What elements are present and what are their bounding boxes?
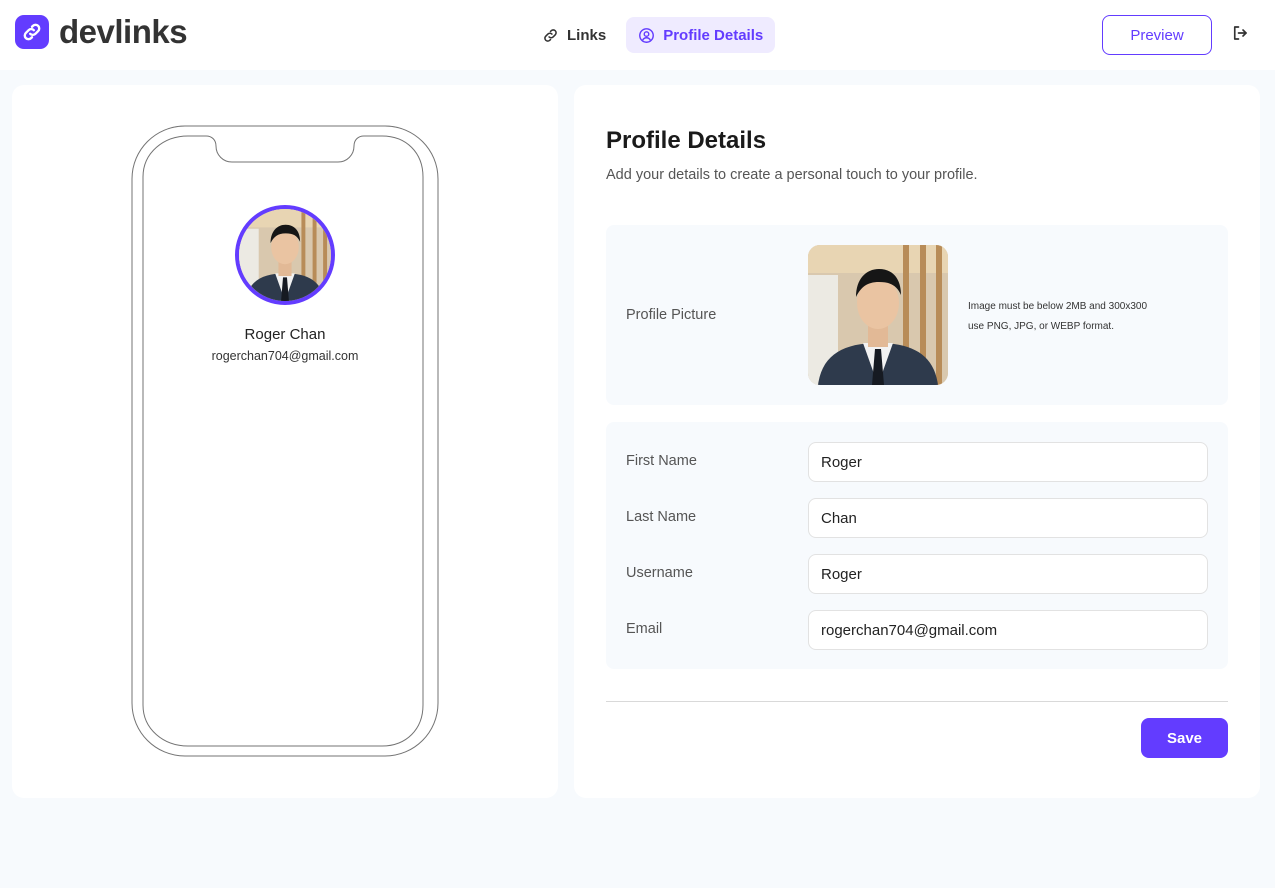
user-circle-icon	[638, 27, 655, 44]
tab-links[interactable]: Links	[530, 17, 618, 53]
first-name-row: First Name	[606, 442, 1228, 482]
email-label: Email	[626, 621, 663, 637]
tab-links-label: Links	[567, 26, 607, 44]
logout-button[interactable]	[1228, 24, 1252, 46]
page-title: Profile Details	[606, 127, 767, 154]
last-name-label: Last Name	[626, 509, 697, 525]
main-nav: Links Profile Details	[530, 17, 776, 53]
profile-picture-hint: Image must be below 2MB and 300x300 use …	[968, 297, 1147, 337]
link-logo-icon	[15, 15, 49, 49]
last-name-input[interactable]	[808, 498, 1208, 538]
preview-email: rogerchan704@gmail.com	[211, 349, 359, 363]
email-row: Email	[606, 610, 1228, 650]
tab-profile-details-label: Profile Details	[663, 26, 764, 44]
footer-divider	[606, 701, 1228, 702]
top-bar: devlinks Links Profile Details Preview	[0, 0, 1275, 70]
profile-fields-section: First Name Last Name Username Email	[606, 422, 1228, 669]
app-logo[interactable]: devlinks	[15, 13, 188, 50]
tab-profile-details[interactable]: Profile Details	[626, 17, 776, 53]
page-subtitle: Add your details to create a personal to…	[606, 167, 978, 183]
last-name-row: Last Name	[606, 498, 1228, 538]
hint-line-size: Image must be below 2MB and 300x300	[968, 301, 1147, 312]
app-name: devlinks	[59, 13, 188, 50]
portrait-photo	[239, 209, 331, 301]
phone-preview-panel: Roger Chan rogerchan704@gmail.com	[12, 85, 558, 798]
preview-button[interactable]: Preview	[1102, 15, 1212, 55]
logout-icon	[1231, 24, 1249, 47]
profile-picture-label: Profile Picture	[626, 307, 717, 323]
portrait-photo	[808, 245, 948, 385]
preview-avatar	[235, 205, 335, 305]
profile-form-panel: Profile Details Add your details to crea…	[574, 85, 1260, 798]
username-row: Username	[606, 554, 1228, 594]
link-icon	[542, 27, 559, 44]
preview-full-name: Roger Chan	[244, 326, 326, 343]
first-name-label: First Name	[626, 453, 697, 469]
username-label: Username	[626, 565, 693, 581]
profile-picture-section: Profile Picture Image must be below 2MB …	[606, 225, 1228, 405]
username-input[interactable]	[808, 554, 1208, 594]
first-name-input[interactable]	[808, 442, 1208, 482]
save-button[interactable]: Save	[1141, 718, 1228, 758]
email-input[interactable]	[808, 610, 1208, 650]
profile-picture-upload[interactable]	[808, 245, 948, 385]
hint-line-format: use PNG, JPG, or WEBP format.	[968, 321, 1114, 332]
